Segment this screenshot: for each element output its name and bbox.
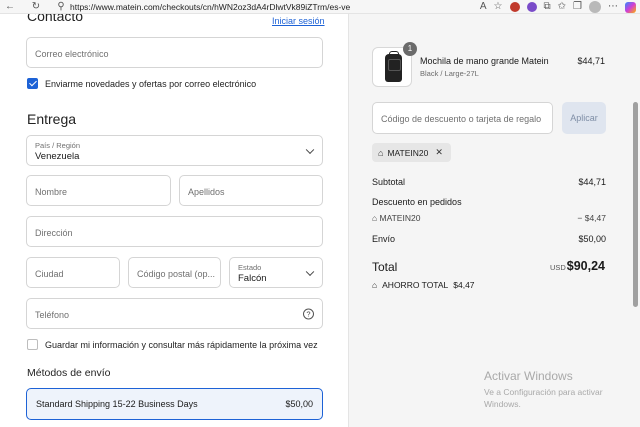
tag-icon: ⌂ (372, 213, 380, 223)
login-link[interactable]: Iniciar sesión (272, 16, 325, 26)
shipping-option-price: $50,00 (285, 399, 313, 409)
subtotal-label: Subtotal (372, 177, 406, 187)
windows-activation-watermark: Activar Windows Ve a Configuración para … (484, 369, 624, 410)
subtotal-value: $44,71 (578, 177, 606, 187)
newsletter-checkbox[interactable] (27, 78, 38, 89)
applied-discount-chip: ⌂ MATEIN20 ✕ (372, 143, 451, 162)
newsletter-label: Enviarme novedades y ofertas por correo … (45, 79, 257, 89)
city-field[interactable]: Ciudad (26, 257, 120, 288)
order-discount-value: − $4,47 (577, 213, 606, 223)
email-field[interactable]: Correo electrónico (26, 37, 323, 68)
scrollbar[interactable] (633, 102, 638, 307)
discount-code-input[interactable]: Código de descuento o tarjeta de regalo (372, 102, 553, 134)
order-summary: 1 Mochila de mano grande Matein Black / … (348, 14, 640, 427)
postal-code-field[interactable]: Código postal (op... (128, 257, 221, 288)
last-name-placeholder: Apellidos (188, 187, 225, 197)
country-label: País / Región (35, 141, 81, 150)
address-field[interactable]: Dirección (26, 216, 323, 247)
postal-code-placeholder: Código postal (op... (137, 269, 216, 279)
order-discount-code: MATEIN20 (379, 213, 421, 223)
save-info-checkbox[interactable] (27, 339, 38, 350)
contact-heading: Contacto (27, 14, 84, 24)
tag-icon: ⌂ (378, 147, 384, 158)
subtotal-row: Subtotal $44,71 (372, 177, 606, 187)
collections-icon[interactable]: ❐ (573, 1, 582, 13)
shipping-option-name: Standard Shipping 15-22 Business Days (36, 399, 198, 409)
applied-discount-code: MATEIN20 (387, 147, 429, 158)
tag-icon: ⌂ (372, 280, 378, 290)
city-placeholder: Ciudad (35, 269, 64, 279)
product-variant: Black / Large-27L (420, 69, 479, 78)
address-bar[interactable]: https://www.matein.com/checkouts/cn/hWN2… (70, 0, 350, 14)
browser-actions: A ☆ ⧉ ✩ ❐ ⋯ (480, 1, 636, 13)
help-question-icon[interactable]: ? (303, 308, 314, 319)
state-label: Estado (238, 263, 262, 272)
first-name-field[interactable]: Nombre (26, 175, 171, 206)
total-value: $90,24 (566, 259, 605, 273)
quantity-badge: 1 (403, 42, 417, 56)
apply-discount-button[interactable]: Aplicar (562, 102, 606, 134)
savings-label: AHORRO TOTAL (382, 280, 449, 290)
total-label: Total (372, 260, 398, 274)
read-aloud-icon[interactable]: A (480, 1, 487, 13)
order-discount-row: Descuento en pedidos (372, 197, 606, 207)
favorite-star-icon[interactable]: ☆ (494, 1, 503, 13)
savings-value: $4,47 (453, 280, 475, 290)
extension-purple-icon[interactable] (526, 2, 537, 12)
more-menu-icon[interactable]: ⋯ (608, 1, 618, 13)
state-value: Falcón (238, 273, 267, 284)
total-savings: ⌂ AHORRO TOTAL $4,47 (372, 280, 475, 290)
extension-red-icon[interactable] (509, 2, 520, 12)
product-price: $44,71 (577, 56, 605, 66)
site-info-icon[interactable]: ⚲ (54, 1, 68, 12)
delivery-heading: Entrega (27, 111, 77, 127)
watermark-title: Activar Windows (484, 369, 573, 383)
browser-toolbar: ← ↻ ⚲ https://www.matein.com/checkouts/c… (0, 0, 640, 14)
total-currency: USD (550, 263, 566, 272)
phone-field[interactable]: Teléfono ? (26, 298, 323, 329)
shipping-row: Envío $50,00 (372, 234, 606, 244)
copilot-icon[interactable] (625, 1, 636, 13)
checkout-form: Contacto Iniciar sesión Correo electróni… (0, 14, 348, 427)
shipping-value: $50,00 (578, 234, 606, 244)
backpack-icon (385, 51, 402, 82)
order-discount-label: Descuento en pedidos (372, 197, 462, 207)
extensions-puzzle-icon[interactable]: ⧉ (544, 1, 551, 13)
profile-avatar[interactable] (589, 1, 601, 13)
shipping-label: Envío (372, 234, 396, 244)
shipping-option-standard[interactable]: Standard Shipping 15-22 Business Days $5… (26, 388, 323, 420)
favorites-list-icon[interactable]: ✩ (558, 1, 566, 13)
email-placeholder: Correo electrónico (35, 49, 109, 59)
reload-icon[interactable]: ↻ (29, 1, 43, 12)
back-icon[interactable]: ← (3, 1, 17, 12)
order-discount-detail-row: ⌂ MATEIN20 − $4,47 (372, 213, 606, 223)
chevron-down-icon (305, 145, 315, 154)
country-value: Venezuela (35, 151, 80, 162)
discount-code-placeholder: Código de descuento o tarjeta de regalo (381, 114, 542, 124)
first-name-placeholder: Nombre (35, 187, 68, 197)
remove-discount-icon[interactable]: ✕ (435, 147, 443, 158)
watermark-subtitle: Ve a Configuración para activar Windows. (484, 387, 603, 409)
chevron-down-icon (305, 267, 315, 276)
state-select[interactable]: Estado Falcón (229, 257, 323, 288)
phone-placeholder: Teléfono (35, 310, 70, 320)
product-name: Mochila de mano grande Matein (420, 56, 549, 66)
address-placeholder: Dirección (35, 228, 73, 238)
country-select[interactable]: País / Región Venezuela (26, 135, 323, 166)
last-name-field[interactable]: Apellidos (179, 175, 323, 206)
save-info-label: Guardar mi información y consultar más r… (45, 340, 318, 350)
shipping-methods-heading: Métodos de envío (27, 367, 111, 379)
